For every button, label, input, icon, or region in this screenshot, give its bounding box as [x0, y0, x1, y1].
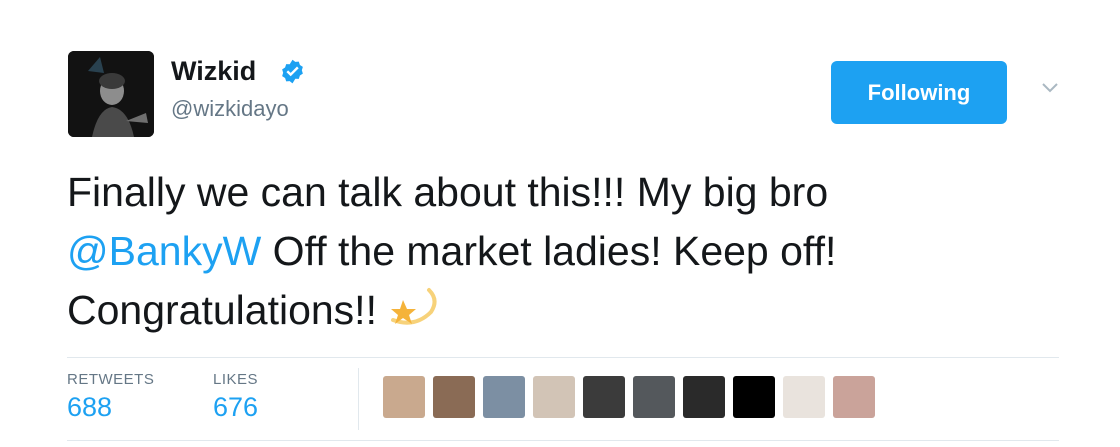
- profile-photo: [68, 51, 154, 137]
- tweet-text-congrats: Congratulations!!: [67, 287, 377, 333]
- tweet-text-line-3: Congratulations!!: [67, 281, 1067, 346]
- liker-avatar[interactable]: [833, 376, 875, 418]
- likes-count[interactable]: 676: [213, 392, 258, 423]
- tweet-text-after-mention: Off the market ladies! Keep off!: [261, 228, 837, 274]
- liker-avatar[interactable]: [383, 376, 425, 418]
- tweet-text-line-1: Finally we can talk about this!!! My big…: [67, 169, 829, 215]
- avatar[interactable]: [68, 51, 154, 137]
- following-button[interactable]: Following: [831, 61, 1007, 124]
- liker-avatar[interactable]: [533, 376, 575, 418]
- user-handle[interactable]: @wizkidayo: [171, 95, 289, 123]
- liker-avatar[interactable]: [583, 376, 625, 418]
- verified-badge-icon: [282, 59, 303, 84]
- liker-avatar[interactable]: [483, 376, 525, 418]
- liker-avatar[interactable]: [733, 376, 775, 418]
- divider: [67, 357, 1059, 358]
- tweet-text: Finally we can talk about this!!! My big…: [67, 163, 1067, 346]
- likes-label: LIKES: [213, 371, 259, 388]
- chevron-down-icon[interactable]: [1040, 81, 1060, 95]
- retweets-count[interactable]: 688: [67, 392, 112, 423]
- retweets-label: RETWEETS: [67, 371, 155, 388]
- display-name[interactable]: Wizkid: [171, 55, 256, 87]
- divider: [67, 440, 1059, 441]
- liker-avatar[interactable]: [433, 376, 475, 418]
- divider: [358, 368, 359, 430]
- tweet-text-line-2: @BankyW Off the market ladies! Keep off!: [67, 222, 1067, 281]
- shooting-star-emoji: [385, 284, 441, 346]
- liker-avatar[interactable]: [783, 376, 825, 418]
- mention-link[interactable]: @BankyW: [67, 228, 261, 274]
- liker-avatar[interactable]: [633, 376, 675, 418]
- liker-avatar[interactable]: [683, 376, 725, 418]
